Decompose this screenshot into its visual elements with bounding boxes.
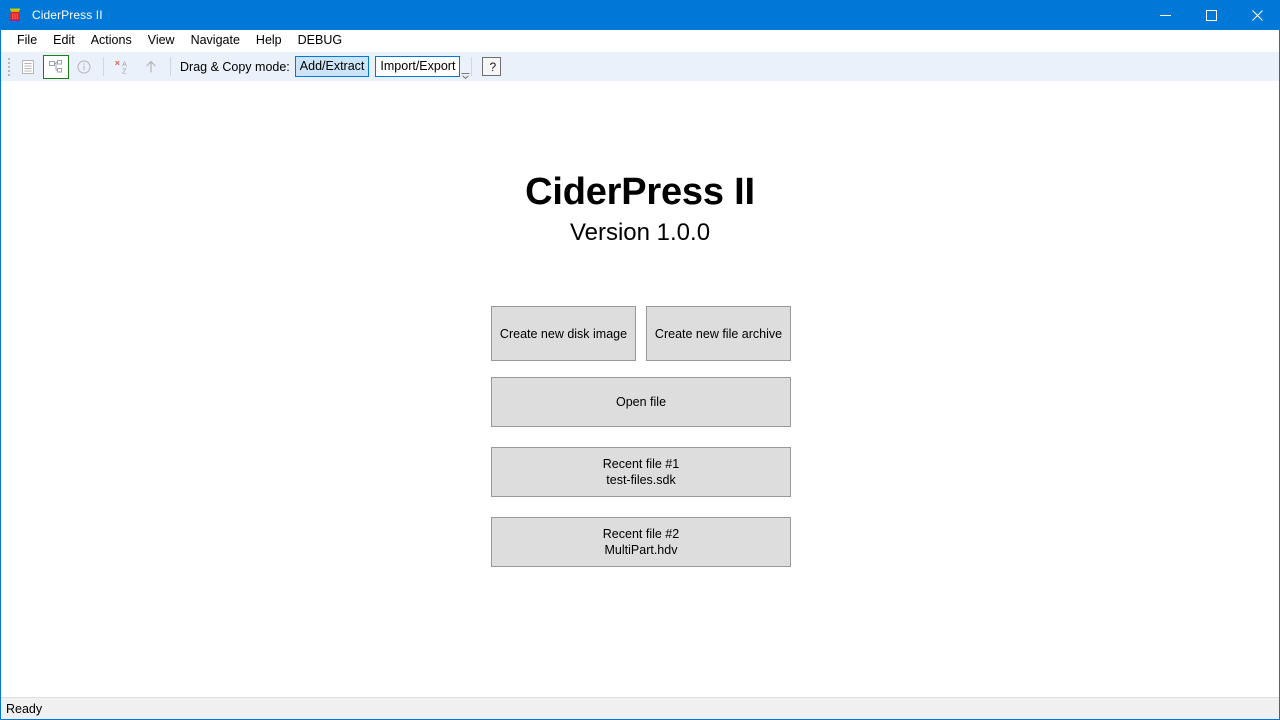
- toolbar-overflow-chevron-icon[interactable]: [460, 70, 471, 81]
- mode-add-extract-button[interactable]: Add/Extract: [294, 56, 370, 77]
- open-file-button[interactable]: Open file: [491, 377, 791, 427]
- create-button-row: Create new disk image Create new file ar…: [491, 306, 791, 361]
- toolbar-separator-3: [471, 57, 473, 76]
- action-button-stack: Create new disk image Create new file ar…: [491, 306, 791, 587]
- launch-panel: CiderPress II Version 1.0.0 Create new d…: [1, 81, 1279, 697]
- menu-item-file[interactable]: File: [9, 30, 45, 52]
- mode-import-export-button[interactable]: Import/Export: [375, 56, 461, 77]
- menu-bar: File Edit Actions View Navigate Help DEB…: [1, 30, 1279, 52]
- maximize-button[interactable]: [1188, 0, 1234, 30]
- app-window: CiderPress II File Edit Actions View Nav…: [0, 0, 1280, 720]
- title-bar-left: CiderPress II: [0, 7, 103, 23]
- recent-file-2-name: MultiPart.hdv: [604, 543, 678, 557]
- status-bar: Ready: [1, 697, 1279, 719]
- navigate-up-icon[interactable]: [138, 55, 164, 79]
- menu-item-edit[interactable]: Edit: [45, 30, 83, 52]
- close-button[interactable]: [1234, 0, 1280, 30]
- svg-text:Z: Z: [122, 66, 127, 75]
- ciderpress-app-icon: [7, 7, 23, 23]
- title-bar[interactable]: CiderPress II: [0, 0, 1280, 30]
- recent-file-1-name: test-files.sdk: [606, 473, 676, 487]
- drag-grip[interactable]: [5, 57, 12, 77]
- help-button[interactable]: ?: [482, 57, 502, 76]
- toolbar-separator-1: [103, 57, 104, 76]
- menu-item-actions[interactable]: Actions: [83, 30, 140, 52]
- minimize-button[interactable]: [1142, 0, 1188, 30]
- toolbar-separator-2: [170, 57, 171, 76]
- info-icon[interactable]: [71, 55, 97, 79]
- recent-file-2-button[interactable]: Recent file #2 MultiPart.hdv: [491, 517, 791, 567]
- clear-sort-icon[interactable]: A Z: [110, 55, 136, 79]
- menu-item-debug[interactable]: DEBUG: [290, 30, 350, 52]
- window-title: CiderPress II: [32, 8, 103, 22]
- create-new-file-archive-button[interactable]: Create new file archive: [646, 306, 791, 361]
- menu-item-view[interactable]: View: [140, 30, 183, 52]
- status-text: Ready: [6, 701, 43, 716]
- recent-file-2-title: Recent file #2: [602, 527, 680, 541]
- create-new-disk-image-button[interactable]: Create new disk image: [491, 306, 636, 361]
- window-controls: [1142, 0, 1280, 30]
- tree-view-icon[interactable]: [43, 54, 69, 79]
- page-title: CiderPress II: [525, 171, 755, 213]
- menu-item-navigate[interactable]: Navigate: [183, 30, 248, 52]
- recent-file-1-title: Recent file #1: [602, 457, 680, 471]
- drag-copy-mode-label: Drag & Copy mode:: [180, 59, 290, 74]
- file-list-view-icon[interactable]: [15, 55, 41, 79]
- version-label: Version 1.0.0: [569, 219, 711, 246]
- menu-item-help[interactable]: Help: [248, 30, 290, 52]
- recent-file-1-button[interactable]: Recent file #1 test-files.sdk: [491, 447, 791, 497]
- toolbar: A Z Drag & Copy mode: Add/Extract Import…: [1, 52, 1279, 81]
